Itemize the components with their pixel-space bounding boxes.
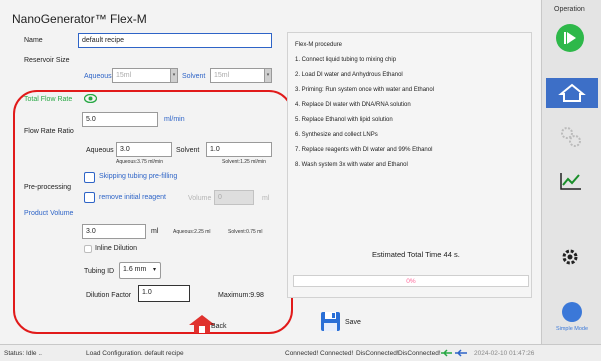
back-button[interactable]: Back	[188, 312, 248, 334]
line-chart-icon	[560, 173, 581, 190]
procedure-step: 6. Synthesize and collect LNPs	[295, 132, 378, 138]
procedure-step: 7. Replace reagents with DI water and 99…	[295, 147, 433, 153]
procedure-step: 8. Wash system 3x with water and Ethanol	[295, 162, 408, 168]
chevron-down-icon: ▾	[264, 69, 271, 82]
recipe-name-input[interactable]: default recipe	[78, 33, 272, 48]
operation-sidebar: Operation Simple Mode	[541, 0, 601, 344]
solvent-reservoir-value: 15ml	[211, 69, 265, 82]
procedure-step: 5. Replace Ethanol with lipid solution	[295, 117, 393, 123]
reservoir-size-label: Reservoir Size	[24, 57, 70, 64]
procedure-step: 1. Connect liquid tubing to mixing chip	[295, 57, 397, 63]
progress-text: 0%	[406, 278, 416, 285]
floppy-disk-icon	[320, 311, 341, 332]
reservoir-solvent-label: Solvent	[182, 73, 206, 80]
procedure-title: Flex-M procedure	[295, 42, 343, 48]
aqueous-reservoir-select[interactable]: 15ml ▾	[112, 68, 178, 83]
sidebar-item-home[interactable]	[546, 78, 598, 108]
start-button[interactable]	[556, 24, 584, 52]
simple-mode-label: Simple Mode	[555, 326, 589, 332]
gears-icon	[561, 127, 581, 147]
save-label: Save	[345, 319, 361, 326]
procedure-step: 4. Replace DI water with DNA/RNA solutio…	[295, 102, 411, 108]
back-label: Back	[211, 323, 227, 330]
progress-bar: 0%	[293, 275, 529, 287]
chevron-down-icon: ▾	[170, 69, 177, 82]
usb-icon	[440, 348, 468, 358]
connection-status: DisConnected!	[356, 350, 399, 357]
sidebar-item-settings[interactable]	[558, 124, 584, 150]
gear-icon	[562, 249, 578, 265]
play-icon	[564, 32, 576, 44]
status-message: Load Configuration. default recipe	[86, 350, 184, 357]
save-button[interactable]: Save	[320, 311, 370, 333]
reservoir-aqueous-label: Aqueous	[84, 73, 112, 80]
connection-status: Connected!	[320, 350, 354, 357]
sidebar-header: Operation	[554, 6, 585, 13]
aqueous-reservoir-value: 15ml	[113, 69, 171, 82]
simple-mode-button[interactable]: Simple Mode	[550, 302, 594, 342]
main-panel: NanoGenerator™ Flex-M Name default recip…	[0, 0, 541, 344]
status-idle: Status: Idle ..	[4, 350, 42, 357]
name-label: Name	[24, 37, 43, 44]
connection-status: Connected!	[285, 350, 319, 357]
procedure-step: 2. Load DI water and Anhydrous Ethanol	[295, 72, 403, 78]
app-title: NanoGenerator™ Flex-M	[12, 12, 147, 26]
status-bar: Status: Idle .. Load Configuration. defa…	[0, 344, 601, 361]
status-timestamp: 2024-02-10 01:47:26	[474, 350, 535, 357]
sidebar-item-chart[interactable]	[558, 170, 584, 192]
solvent-reservoir-select[interactable]: 15ml ▾	[210, 68, 272, 83]
procedure-step: 3. Priming: Run system once with water a…	[295, 87, 435, 93]
connection-status: DisConnected!	[398, 350, 441, 357]
simple-mode-icon	[562, 302, 582, 322]
sidebar-item-config[interactable]	[558, 245, 582, 269]
house-icon	[558, 83, 586, 102]
estimated-time: Estimated Total Time 44 s.	[372, 250, 460, 259]
highlight-box	[13, 90, 293, 334]
